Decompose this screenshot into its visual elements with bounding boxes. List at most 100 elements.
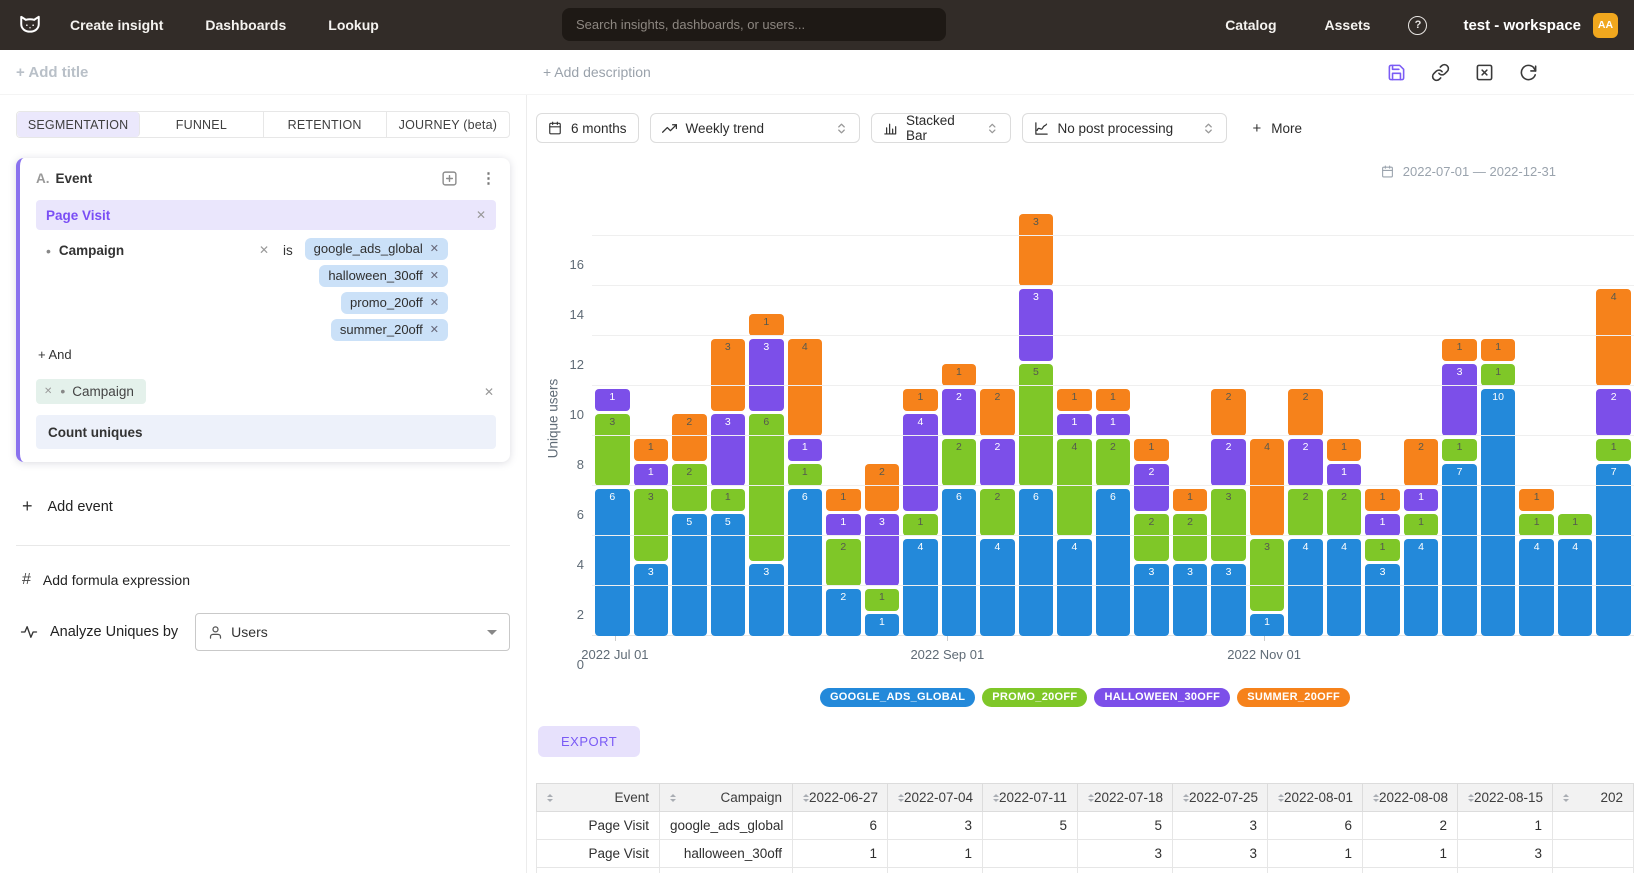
segment-google_ads_global: 3	[634, 564, 669, 636]
bar-2022-08-08: 1122	[826, 206, 861, 636]
export-button[interactable]: EXPORT	[538, 726, 640, 757]
table-cell	[1553, 840, 1634, 868]
segment-value-label: 1	[1365, 542, 1400, 553]
remove-value-icon[interactable]: ✕	[430, 242, 439, 255]
selected-event-name: Page Visit	[46, 208, 110, 223]
legend-item-promo_20off[interactable]: PROMO_20OFF	[982, 688, 1087, 707]
chart-type-select[interactable]: Stacked Bar	[871, 113, 1011, 143]
table-cell: 6	[1268, 812, 1363, 840]
column-header-2022-08-01[interactable]: 2022-08-01	[1268, 784, 1363, 812]
legend-item-summer_20off[interactable]: SUMMER_20OFF	[1237, 688, 1350, 707]
column-header-Campaign[interactable]: Campaign	[660, 784, 793, 812]
segment-value-label: 1	[903, 392, 938, 403]
column-header-2022-06-27[interactable]: 2022-06-27	[793, 784, 888, 812]
search-input[interactable]	[562, 8, 946, 41]
filter-value-tag[interactable]: google_ads_global✕	[305, 238, 448, 260]
nav-dashboards[interactable]: Dashboards	[205, 17, 286, 33]
workspace-name[interactable]: test - workspace	[1463, 17, 1581, 34]
remove-value-icon[interactable]: ✕	[430, 323, 439, 336]
column-header-label: 2022-06-27	[809, 790, 878, 805]
segment-value-label: 1	[1057, 417, 1092, 428]
tab-funnel[interactable]: FUNNEL	[140, 112, 263, 137]
add-description-button[interactable]: + Add description	[543, 64, 651, 80]
column-header-2022-08-08[interactable]: 2022-08-08	[1363, 784, 1458, 812]
segment-summer_20off: 1	[1481, 339, 1516, 361]
remove-filter-icon[interactable]: ✕	[259, 243, 269, 257]
refresh-icon[interactable]	[1518, 62, 1538, 82]
analyze-by-select[interactable]: Users	[195, 613, 510, 651]
sort-icon[interactable]	[670, 794, 676, 802]
segment-promo_20off: 2	[1134, 514, 1169, 561]
tab-segmentation[interactable]: SEGMENTATION	[17, 112, 140, 137]
tab-retention[interactable]: RETENTION	[264, 112, 387, 137]
filter-operator[interactable]: is	[283, 238, 293, 341]
sort-icon[interactable]	[547, 794, 553, 802]
y-tick-label: 6	[560, 507, 584, 522]
column-header-2022-07-18[interactable]: 2022-07-18	[1078, 784, 1173, 812]
gridline	[592, 535, 1634, 536]
table-cell	[1268, 868, 1363, 873]
legend-item-halloween_30off[interactable]: HALLOWEEN_30OFF	[1094, 688, 1230, 707]
nav-lookup[interactable]: Lookup	[328, 17, 379, 33]
avatar[interactable]: AA	[1593, 13, 1618, 38]
add-and-condition-button[interactable]: + And	[38, 347, 496, 365]
remove-event-icon[interactable]: ✕	[476, 208, 486, 222]
nav-create-insight[interactable]: Create insight	[70, 17, 163, 33]
segment-google_ads_global: 5	[672, 514, 707, 636]
column-header-2022-07-11[interactable]: 2022-07-11	[983, 784, 1078, 812]
column-header-inner: 2022-08-08	[1373, 790, 1447, 805]
select-updown-icon	[1202, 122, 1215, 135]
more-button[interactable]: + More	[1253, 120, 1303, 137]
segment-value-label: 4	[1519, 542, 1554, 553]
clear-insight-icon[interactable]	[1474, 62, 1494, 82]
column-header-2022-07-25[interactable]: 2022-07-25	[1173, 784, 1268, 812]
segment-halloween_30off: 2	[980, 439, 1015, 486]
remove-value-icon[interactable]: ✕	[430, 296, 439, 309]
remove-value-icon[interactable]: ✕	[430, 269, 439, 282]
segment-value-label: 1	[826, 517, 861, 528]
add-filter-icon[interactable]	[439, 168, 459, 188]
nav-catalog[interactable]: Catalog	[1225, 17, 1276, 33]
selected-event-row[interactable]: Page Visit ✕	[36, 200, 496, 230]
date-range-button[interactable]: 6 months	[536, 113, 639, 143]
segment-summer_20off: 1	[1327, 439, 1362, 461]
column-header-label: 202	[1600, 790, 1623, 805]
filter-value-tag[interactable]: summer_20off✕	[331, 319, 448, 341]
segment-google_ads_global: 7	[1596, 464, 1631, 636]
add-formula-button[interactable]: # Add formula expression	[16, 571, 510, 589]
bar-2022-12-26: 4217	[1596, 206, 1631, 636]
save-icon[interactable]	[1386, 62, 1406, 82]
segment-value-label: 1	[788, 442, 823, 453]
aggregation-row[interactable]: Count uniques	[36, 415, 496, 449]
tab-journey[interactable]: JOURNEY (beta)	[387, 112, 509, 137]
nav-assets[interactable]: Assets	[1325, 17, 1371, 33]
column-header-Event[interactable]: Event	[537, 784, 660, 812]
table-cell: 3	[1173, 840, 1268, 868]
filter-value-tag[interactable]: promo_20off ✕	[341, 292, 448, 314]
column-header-2022-07-04[interactable]: 2022-07-04	[888, 784, 983, 812]
copy-link-icon[interactable]	[1430, 62, 1450, 82]
filter-value-label: promo_20off	[350, 295, 423, 310]
app-logo-cat-icon[interactable]	[16, 11, 44, 39]
trend-select[interactable]: Weekly trend	[650, 113, 860, 143]
column-header-2022-08-15[interactable]: 2022-08-15	[1458, 784, 1553, 812]
breakdown-tag[interactable]: ✕ • Campaign	[36, 379, 146, 404]
sort-icon[interactable]	[1563, 794, 1569, 802]
remove-breakdown-icon[interactable]: ✕	[44, 386, 52, 397]
segment-value-label: 1	[1519, 517, 1554, 528]
bar-2022-10-10: 123	[1173, 206, 1208, 636]
filter-property-name[interactable]: Campaign	[59, 243, 124, 258]
help-icon[interactable]: ?	[1408, 16, 1427, 35]
filter-value-tag[interactable]: halloween_30off✕	[319, 265, 448, 287]
remove-breakdown-row-icon[interactable]: ✕	[484, 385, 494, 399]
column-header-inner: 2022-07-18	[1088, 790, 1162, 805]
legend-item-google_ads_global[interactable]: GOOGLE_ADS_GLOBAL	[820, 688, 975, 707]
column-header-202[interactable]: 202	[1553, 784, 1634, 812]
table-cell	[1553, 812, 1634, 840]
post-processing-select[interactable]: No post processing	[1022, 113, 1227, 143]
event-menu-icon[interactable]: ⋮	[481, 169, 496, 187]
segment-value-label: 4	[1596, 292, 1631, 303]
add-event-button[interactable]: + Add event	[16, 496, 510, 517]
add-title-button[interactable]: + Add title	[16, 64, 88, 81]
table-cell: 3	[1078, 840, 1173, 868]
